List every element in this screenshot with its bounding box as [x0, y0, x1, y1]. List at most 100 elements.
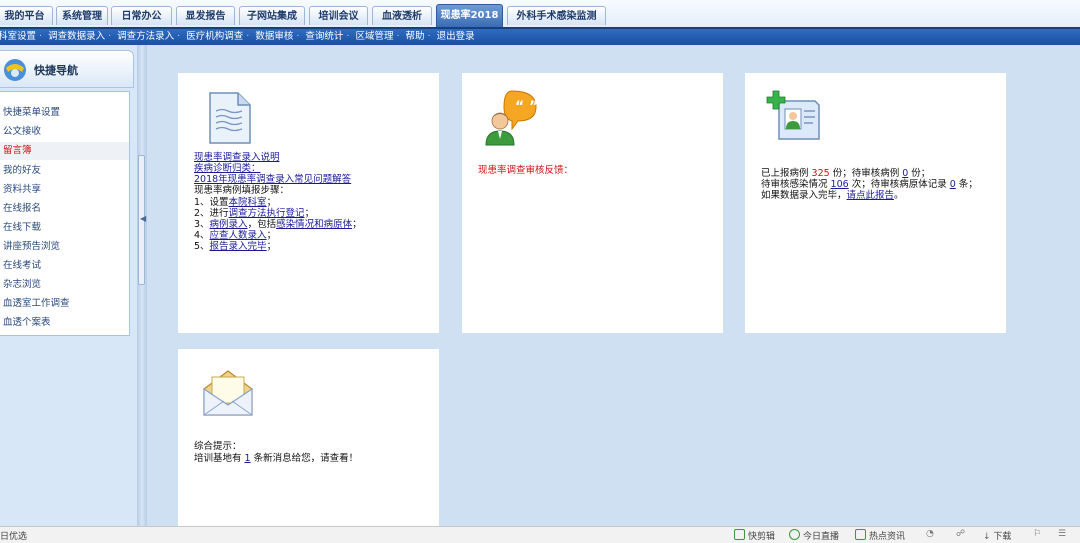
- step-5-suffix: ；: [266, 241, 277, 252]
- sb-tool-icon-1[interactable]: ◔: [926, 529, 934, 539]
- reported-cases-line: 已上报病例 325 份；待审核病例 0 份；: [761, 168, 930, 179]
- pending-label: 份；待审核病例: [829, 168, 903, 179]
- menu-separator: ·: [39, 31, 43, 42]
- sidebar-item-dialysis-room-survey[interactable]: 血透室工作调查: [0, 295, 129, 313]
- review-feedback-text: 现患率调查审核反馈：: [478, 165, 574, 176]
- hot-news-button[interactable]: 热点资讯: [855, 529, 905, 542]
- link-hospital-departments[interactable]: 本院科室: [229, 197, 267, 208]
- envelope-icon: [203, 370, 253, 416]
- svg-text:“ ”: “ ”: [515, 99, 538, 115]
- tab-hemodialysis[interactable]: 血液透析: [372, 6, 432, 25]
- step-3-suffix: ；: [352, 219, 362, 230]
- tab-daily-office[interactable]: 日常办公: [111, 6, 172, 25]
- menu-logout[interactable]: 退出登录: [435, 29, 477, 44]
- download-arrow-icon: ↓: [983, 532, 991, 542]
- menu-separator: ·: [177, 31, 181, 42]
- collapse-arrow-icon[interactable]: ◀: [140, 214, 146, 223]
- tab-subsite-integration[interactable]: 子网站集成: [239, 6, 305, 25]
- sidebar: 快捷导航 快捷菜单设置 公文接收 留言簿 我的好友 资料共享 在线报名 在线下载…: [0, 45, 137, 526]
- menu-separator: ·: [427, 31, 431, 42]
- hot-news-label: 热点资讯: [869, 532, 906, 542]
- sidebar-item-online-registration[interactable]: 在线报名: [0, 200, 129, 218]
- sidebar-item-dialysis-case-form[interactable]: 血透个案表: [0, 314, 129, 332]
- menu-query-statistics[interactable]: 查询统计: [303, 29, 345, 44]
- menu-survey-data-entry[interactable]: 调查数据录入: [46, 29, 107, 44]
- quick-nav-logo-icon: [4, 59, 26, 81]
- pending-review-line: 待审核感染情况 106 次；待审核病原体记录 0 条；: [761, 179, 978, 190]
- status-left-text: 日优选: [0, 532, 28, 542]
- link-case-entry[interactable]: 病例录入: [210, 219, 248, 230]
- sidebar-item-online-download[interactable]: 在线下载: [0, 219, 129, 237]
- link-headcount-entry[interactable]: 应查人数录入: [210, 230, 267, 241]
- step-1-suffix: ；: [266, 197, 277, 208]
- menu-survey-method-entry[interactable]: 调查方法录入: [115, 29, 176, 44]
- sidebar-item-my-friends[interactable]: 我的好友: [0, 162, 129, 180]
- sidebar-item-document-receive[interactable]: 公文接收: [0, 123, 129, 141]
- menu-region-management[interactable]: 区域管理: [353, 29, 395, 44]
- live-today-button[interactable]: 今日直播: [789, 529, 839, 542]
- menu-dept-settings[interactable]: 科室设置: [0, 29, 38, 44]
- step-2-prefix: 2、进行: [194, 208, 229, 219]
- reported-count: 325: [811, 168, 830, 179]
- step-2: 2、进行调查方法执行登记；: [194, 208, 314, 219]
- main-content: 现患率调查录入说明 疾病诊断归类： 2018年现患率调查录入常见问题解答 现患率…: [147, 45, 1080, 526]
- link-survey-entry-guide[interactable]: 现患率调查录入说明: [194, 152, 280, 163]
- general-hint-title: 综合提示：: [194, 441, 242, 452]
- tab-prevalence-2018[interactable]: 现患率2018: [436, 4, 503, 27]
- add-record-icon: [766, 90, 820, 140]
- tab-training-meeting[interactable]: 培训会议: [309, 6, 368, 25]
- step-1-prefix: 1、设置: [194, 197, 229, 208]
- live-today-label: 今日直播: [803, 532, 840, 542]
- sidebar-item-resource-sharing[interactable]: 资料共享: [0, 181, 129, 199]
- document-icon: [209, 92, 251, 144]
- panel-messages: 综合提示： 培训基地有 1 条新消息给您，请查看！: [178, 349, 439, 526]
- sidebar-item-online-exam[interactable]: 在线考试: [0, 257, 129, 275]
- sb-tool-icon-2[interactable]: ☍: [956, 529, 965, 539]
- link-infection-pathogen[interactable]: 感染情况和病原体: [276, 219, 352, 230]
- step-3: 3、病例录入，包括感染情况和病原体；: [194, 219, 362, 230]
- browser-status-bar: 日优选 快剪辑 今日直播 热点资讯 ◔ ☍ ↓ 下载 ⚐ ☰: [0, 526, 1080, 543]
- reported-label: 已上报病例: [761, 168, 812, 179]
- sidebar-splitter[interactable]: [137, 45, 147, 526]
- pending-unit: 份；: [908, 168, 931, 179]
- tab-report[interactable]: 显发报告: [176, 6, 235, 25]
- link-survey-method-registration[interactable]: 调查方法执行登记: [229, 208, 305, 219]
- tab-system-management[interactable]: 系统管理: [56, 6, 108, 25]
- submit-report-link[interactable]: 请点此报告: [847, 190, 895, 201]
- menu-institution-survey[interactable]: 医疗机构调查: [184, 29, 245, 44]
- link-report-complete[interactable]: 报告录入完毕: [210, 241, 267, 252]
- message-text-before: 培训基地有: [194, 453, 245, 464]
- menu-data-review[interactable]: 数据审核: [253, 29, 295, 44]
- download-button[interactable]: ↓ 下载: [983, 529, 1011, 542]
- news-icon: [855, 529, 866, 540]
- sidebar-item-lecture-preview[interactable]: 讲座预告浏览: [0, 238, 129, 256]
- menu-help[interactable]: 帮助: [404, 29, 427, 44]
- quick-edit-button[interactable]: 快剪辑: [734, 529, 775, 542]
- sidebar-item-guestbook[interactable]: 留言簿: [0, 142, 129, 160]
- play-icon: [734, 529, 745, 540]
- link-faq-2018[interactable]: 2018年现患率调查录入常见问题解答: [194, 174, 351, 185]
- sidebar-item-magazine-browse[interactable]: 杂志浏览: [0, 276, 129, 294]
- step-5: 5、报告录入完毕；: [194, 241, 276, 252]
- infections-count[interactable]: 106: [831, 179, 849, 190]
- tab-my-platform[interactable]: 我的平台: [0, 6, 53, 25]
- menu-grip-icon[interactable]: ☰: [1058, 529, 1066, 539]
- step-3-middle: ，包括: [247, 219, 277, 230]
- steps-title: 现患率病例填报步骤：: [194, 185, 290, 196]
- step-4-prefix: 4、: [194, 230, 210, 241]
- link-disease-classification[interactable]: 疾病诊断归类：: [194, 163, 261, 174]
- quick-edit-label: 快剪辑: [748, 532, 776, 542]
- report-prompt-line: 如果数据录入完毕，请点此报告。: [761, 190, 904, 201]
- top-tab-bar: 我的平台 系统管理 日常办公 显发报告 子网站集成 培训会议 血液透析 现患率2…: [0, 0, 1080, 27]
- report-prompt-end: 。: [894, 190, 904, 201]
- tab-surgical-infection-monitoring[interactable]: 外科手术感染监测: [507, 6, 606, 25]
- step-1: 1、设置本院科室；: [194, 197, 276, 208]
- sub-menu-bar: 科室设置 · 调查数据录入 · 调查方法录入 · 医疗机构调查 · 数据审核 · 查询统计…: [0, 27, 1080, 45]
- menu-separator: ·: [346, 31, 350, 42]
- quick-nav-list: 快捷菜单设置 公文接收 留言簿 我的好友 资料共享 在线报名 在线下载 讲座预告…: [0, 91, 130, 336]
- user-comment-icon: “ ”: [485, 90, 538, 146]
- sidebar-item-shortcut-settings[interactable]: 快捷菜单设置: [0, 104, 129, 122]
- flag-icon[interactable]: ⚐: [1033, 529, 1041, 539]
- quick-nav-title: 快捷导航: [34, 64, 78, 77]
- step-4-suffix: ；: [266, 230, 277, 241]
